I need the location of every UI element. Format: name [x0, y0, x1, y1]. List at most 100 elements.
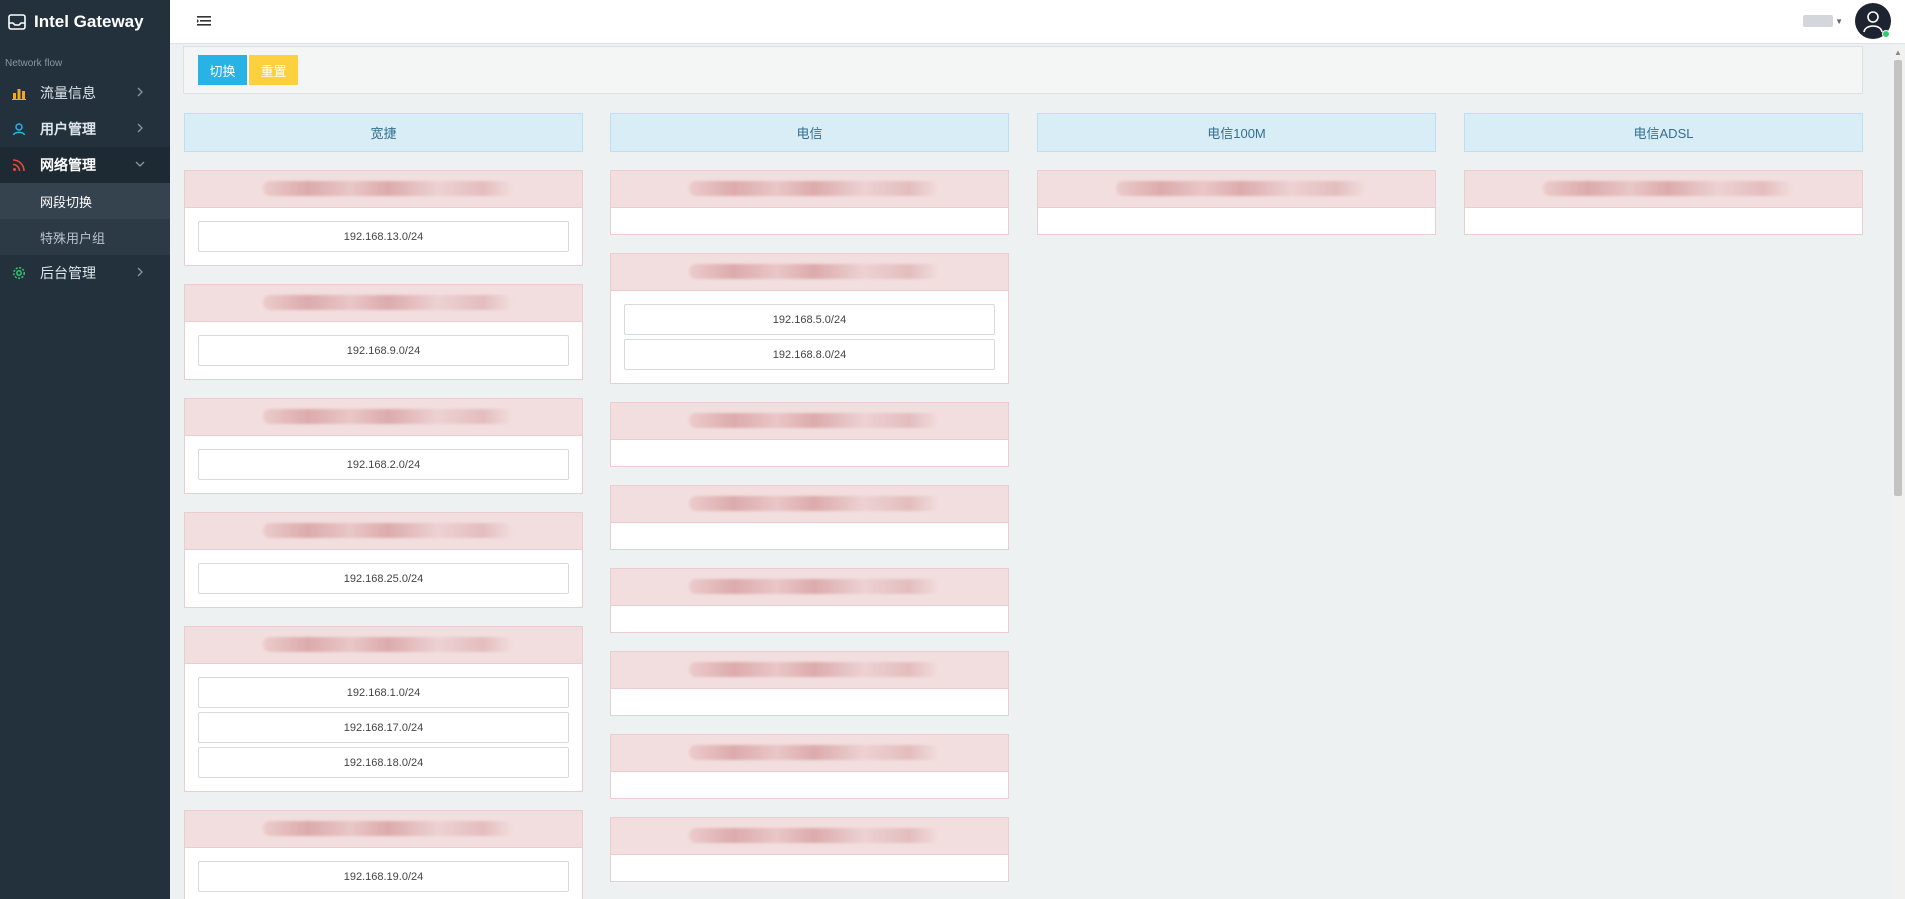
scrollbar[interactable]: ▲: [1891, 44, 1905, 899]
redacted-title: [263, 181, 513, 196]
redacted-title: [689, 181, 939, 196]
app-title: Intel Gateway: [34, 12, 144, 31]
sidebar-subitem-segment-switch[interactable]: 网段切换: [0, 183, 170, 219]
card-header: [611, 254, 1008, 291]
user-menu[interactable]: ▼: [1803, 3, 1891, 39]
sidebar-item-admin[interactable]: 后台管理: [0, 255, 170, 291]
scroll-up-icon[interactable]: ▲: [1894, 48, 1902, 57]
subnet-item[interactable]: 192.168.1.0/24: [198, 677, 569, 708]
subnet-item[interactable]: 192.168.5.0/24: [624, 304, 995, 335]
scrollbar-thumb[interactable]: [1894, 60, 1902, 496]
menu-toggle-icon[interactable]: [196, 14, 212, 28]
chevron-right-icon: [137, 267, 143, 277]
subnet-group-card[interactable]: 192.168.5.0/24 192.168.8.0/24: [610, 253, 1009, 384]
redacted-title: [689, 662, 939, 677]
card-body: 192.168.25.0/24: [185, 550, 582, 607]
online-status-dot: [1882, 30, 1890, 38]
gear-icon: [12, 266, 26, 280]
subnet-group-card[interactable]: [610, 485, 1009, 550]
card-body: [611, 855, 1008, 881]
subnet-item[interactable]: 192.168.13.0/24: [198, 221, 569, 252]
card-header: [611, 652, 1008, 689]
subnet-group-card[interactable]: [610, 170, 1009, 235]
subnet-item[interactable]: 192.168.18.0/24: [198, 747, 569, 778]
redacted-title: [1116, 181, 1366, 196]
username: [1803, 15, 1834, 27]
redacted-title: [689, 264, 939, 279]
sidebar-subitem-special-groups[interactable]: 特殊用户组: [0, 219, 170, 255]
subnet-item[interactable]: 192.168.25.0/24: [198, 563, 569, 594]
brand[interactable]: Intel Gateway: [0, 0, 170, 44]
sidebar-item-label: 后台管理: [40, 265, 96, 281]
column-header: 电信ADSL: [1464, 113, 1863, 152]
subnet-group-card[interactable]: 192.168.9.0/24: [184, 284, 583, 380]
sidebar-item-label: 用户管理: [40, 121, 96, 137]
redacted-title: [689, 828, 939, 843]
card-header: [611, 818, 1008, 855]
card-header: [611, 735, 1008, 772]
card-header: [185, 285, 582, 322]
redacted-title: [263, 295, 513, 310]
column-header: 电信100M: [1037, 113, 1436, 152]
card-header: [1465, 171, 1862, 208]
redacted-title: [263, 523, 513, 538]
carrier-column: 宽捷 192.168.13.0/24 192.168.9.0/24 192.168.…: [184, 113, 583, 899]
redacted-title: [689, 496, 939, 511]
card-header: [611, 486, 1008, 523]
subnet-item[interactable]: 192.168.17.0/24: [198, 712, 569, 743]
card-body: [611, 606, 1008, 632]
carrier-column: 电信100M: [1037, 113, 1436, 253]
subnet-item[interactable]: 192.168.9.0/24: [198, 335, 569, 366]
card-header: [611, 403, 1008, 440]
subnet-group-card[interactable]: 192.168.25.0/24: [184, 512, 583, 608]
subnet-group-card[interactable]: [610, 817, 1009, 882]
sidebar-item-label: 流量信息: [40, 85, 96, 101]
subnet-group-card[interactable]: 192.168.19.0/24: [184, 810, 583, 899]
redacted-title: [689, 413, 939, 428]
subnet-group-card[interactable]: 192.168.1.0/24 192.168.17.0/24 192.168.18.…: [184, 626, 583, 792]
subnet-group-card[interactable]: [610, 402, 1009, 467]
card-body: 192.168.9.0/24: [185, 322, 582, 379]
subnet-item[interactable]: 192.168.8.0/24: [624, 339, 995, 370]
subnet-group-card[interactable]: [1464, 170, 1863, 235]
card-body: 192.168.5.0/24 192.168.8.0/24: [611, 291, 1008, 383]
subnet-group-card[interactable]: [610, 734, 1009, 799]
card-header: [1038, 171, 1435, 208]
redacted-title: [263, 821, 513, 836]
chevron-right-icon: [137, 123, 143, 133]
subnet-item[interactable]: 192.168.2.0/24: [198, 449, 569, 480]
sidebar-item-label: 网络管理: [40, 157, 96, 173]
avatar[interactable]: [1855, 3, 1891, 39]
card-header: [611, 569, 1008, 606]
reset-button[interactable]: 重置: [249, 55, 298, 85]
topbar: ▼: [170, 0, 1905, 44]
column-header: 电信: [610, 113, 1009, 152]
subnet-group-card[interactable]: [610, 651, 1009, 716]
inbox-icon: [8, 14, 26, 30]
subnet-item[interactable]: 192.168.19.0/24: [198, 861, 569, 892]
users-icon: [12, 122, 26, 136]
sidebar-item-network[interactable]: 网络管理: [0, 147, 170, 183]
switch-button[interactable]: 切换: [198, 55, 247, 85]
redacted-title: [263, 637, 513, 652]
chevron-right-icon: [137, 87, 143, 97]
subnet-group-card[interactable]: [1037, 170, 1436, 235]
sidebar-item-users[interactable]: 用户管理: [0, 111, 170, 147]
subnet-group-card[interactable]: [610, 568, 1009, 633]
chevron-down-icon: [135, 161, 145, 167]
subnet-group-card[interactable]: 192.168.2.0/24: [184, 398, 583, 494]
card-header: [185, 513, 582, 550]
card-list: 192.168.5.0/24 192.168.8.0/24: [610, 170, 1009, 882]
card-header: [185, 627, 582, 664]
card-body: [611, 208, 1008, 234]
card-header: [611, 171, 1008, 208]
redacted-title: [689, 745, 939, 760]
subnet-group-card[interactable]: 192.168.13.0/24: [184, 170, 583, 266]
sidebar: Intel Gateway Network flow 流量信息 用户管理 网络管…: [0, 0, 170, 899]
card-body: [1465, 208, 1862, 234]
sidebar-item-traffic[interactable]: 流量信息: [0, 75, 170, 111]
card-header: [185, 171, 582, 208]
column-header: 宽捷: [184, 113, 583, 152]
card-list: [1037, 170, 1436, 235]
carrier-column: 电信ADSL: [1464, 113, 1863, 253]
